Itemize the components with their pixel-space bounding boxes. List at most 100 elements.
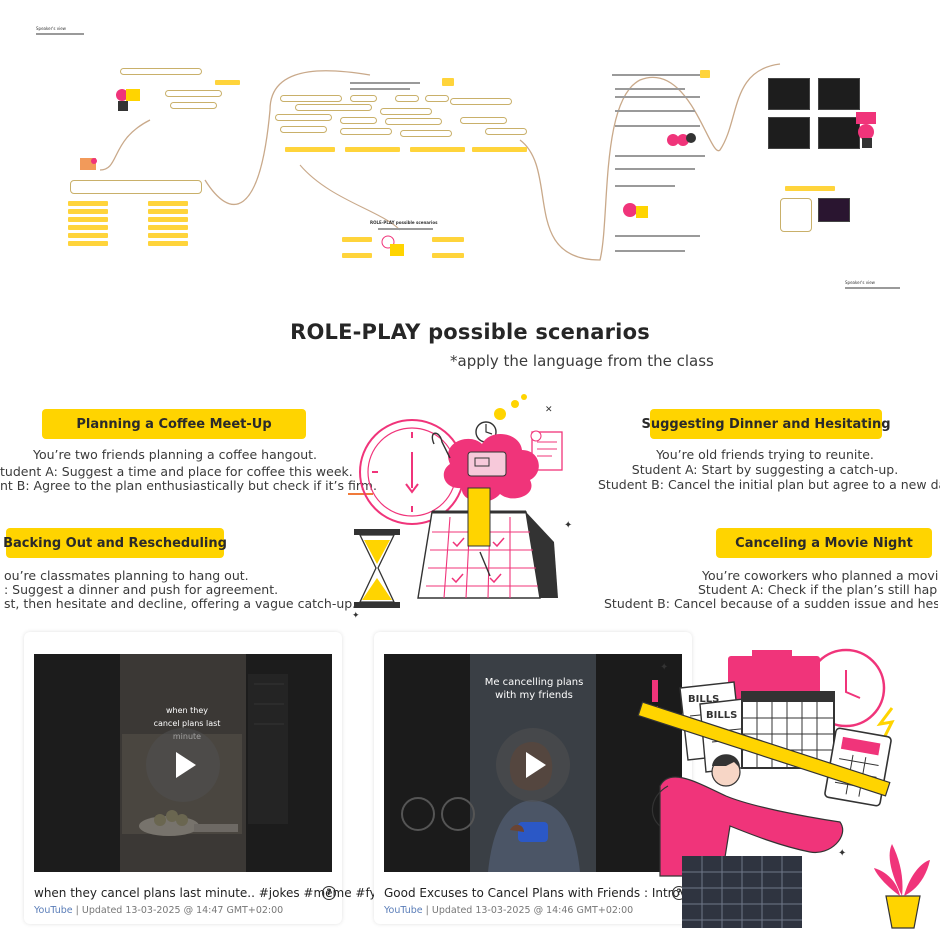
board-video-thumbnail[interactable] <box>768 78 810 110</box>
board-illustration <box>852 108 888 148</box>
board-overview[interactable]: Speaker's view ROLE-PLAY possible scenar… <box>0 0 940 300</box>
board-pill <box>395 95 419 102</box>
board-illustration <box>380 234 408 260</box>
board-note <box>68 209 108 214</box>
scenario-line: st, then hesitate and decline, offering … <box>4 596 357 611</box>
scenario-label-rescheduling[interactable]: Backing Out and Rescheduling <box>3 528 227 558</box>
video-meta: YouTube | Updated 13-03-2025 @ 14:47 GMT… <box>34 905 283 916</box>
board-note-text <box>615 168 695 170</box>
slide-title: ROLE-PLAY possible scenarios <box>290 320 650 344</box>
video-updated: Updated 13-03-2025 @ 14:47 GMT+02:00 <box>81 905 284 916</box>
scenario-line: You’re two friends planning a coffee han… <box>32 447 318 462</box>
board-pill <box>165 90 222 97</box>
play-icon <box>176 752 196 778</box>
svg-text:✦: ✦ <box>564 520 572 531</box>
board-note <box>342 237 372 242</box>
board-note-text <box>378 228 433 230</box>
board-pill <box>385 118 442 125</box>
board-pill <box>170 102 217 109</box>
board-pill <box>280 95 342 102</box>
board-note <box>68 225 108 230</box>
board-pill <box>450 98 512 105</box>
overwhelmed-person-illustration: ✦ ✦ BILLS BILLS <box>637 648 930 929</box>
scenario-line: nt B: Agree to the plan enthusiastically… <box>0 478 377 495</box>
board-note <box>148 201 188 206</box>
board-note-text <box>350 82 420 84</box>
scenario-line: Student B: Cancel because of a sudden is… <box>604 596 938 611</box>
board-note-text <box>615 235 700 237</box>
board-note <box>68 241 108 246</box>
board-note <box>215 80 240 85</box>
hourglass-icon <box>354 529 400 608</box>
board-note <box>68 201 108 206</box>
board-note <box>472 147 527 152</box>
board-note-text <box>615 155 705 157</box>
scenario-line: You’re old friends trying to reunite. <box>656 447 874 462</box>
board-note <box>432 237 464 242</box>
board-illustration <box>78 155 100 173</box>
board-note-text <box>612 74 702 76</box>
meta-divider: | <box>72 905 82 916</box>
board-note <box>68 233 108 238</box>
scenario-line: Student B: Cancel the initial plan but a… <box>598 477 940 492</box>
board-note <box>785 186 835 191</box>
board-pill <box>295 104 372 111</box>
board-note <box>342 253 372 258</box>
board-note-text <box>615 88 685 90</box>
board-note <box>442 78 454 86</box>
board-pill <box>460 117 507 124</box>
board-pill <box>275 114 332 121</box>
board-header-label-right: Speaker's view <box>845 280 875 285</box>
board-pill <box>425 95 449 102</box>
help-icon[interactable]: ? <box>322 886 336 900</box>
board-note-text <box>615 185 675 187</box>
board-illustration <box>665 130 697 150</box>
video-source[interactable]: YouTube <box>384 905 423 916</box>
video-source[interactable]: YouTube <box>34 905 73 916</box>
board-note <box>148 233 188 238</box>
board-connector-path <box>99 63 781 261</box>
board-pill <box>340 117 377 124</box>
play-button[interactable] <box>146 728 220 802</box>
board-pill <box>485 128 527 135</box>
scenario-label-coffee[interactable]: Planning a Coffee Meet-Up <box>42 409 306 439</box>
bills-label: BILLS <box>706 710 737 721</box>
board-pill <box>400 130 452 137</box>
board-video-thumbnail[interactable] <box>818 78 860 110</box>
board-pill <box>340 128 392 135</box>
svg-text:✦: ✦ <box>660 662 668 673</box>
video-player[interactable]: when they cancel plans last minute <box>34 654 332 872</box>
meta-divider: | <box>422 905 432 916</box>
scenario-label-movie[interactable]: Canceling a Movie Night <box>716 528 932 558</box>
board-note <box>700 70 710 78</box>
scenario-label-dinner[interactable]: Suggesting Dinner and Hesitating <box>641 409 891 439</box>
board-note <box>148 241 188 246</box>
board-note <box>148 209 188 214</box>
board-note-text <box>615 250 685 252</box>
calendar-clock-illustration: ✕ ✦ ✦ <box>352 394 572 621</box>
board-pill <box>280 126 327 133</box>
svg-text:✦: ✦ <box>352 611 360 621</box>
video-card[interactable]: when they cancel plans last minute when … <box>24 632 384 924</box>
board-note <box>345 147 400 152</box>
board-note <box>285 147 335 152</box>
scenario-line: Student A: Start by suggesting a catch-u… <box>631 462 899 477</box>
board-note <box>410 147 465 152</box>
board-note <box>148 217 188 222</box>
play-button[interactable] <box>496 728 570 802</box>
board-note-text <box>615 125 700 127</box>
board-pill <box>380 108 432 115</box>
board-video-thumbnail[interactable] <box>768 117 810 149</box>
board-illustration <box>620 200 650 222</box>
video-meta: YouTube | Updated 13-03-2025 @ 14:46 GMT… <box>384 905 633 916</box>
board-pill <box>70 180 202 194</box>
board-pill <box>780 198 812 232</box>
board-section-title: ROLE-PLAY possible scenarios <box>370 220 438 225</box>
slide-subtitle: *apply the language from the class <box>450 352 714 370</box>
board-pill <box>120 68 202 75</box>
board-note <box>432 253 464 258</box>
board-video-thumbnail[interactable] <box>818 198 850 222</box>
board-pill <box>350 95 377 102</box>
board-note-text <box>615 96 700 98</box>
board-note-text <box>845 287 900 289</box>
